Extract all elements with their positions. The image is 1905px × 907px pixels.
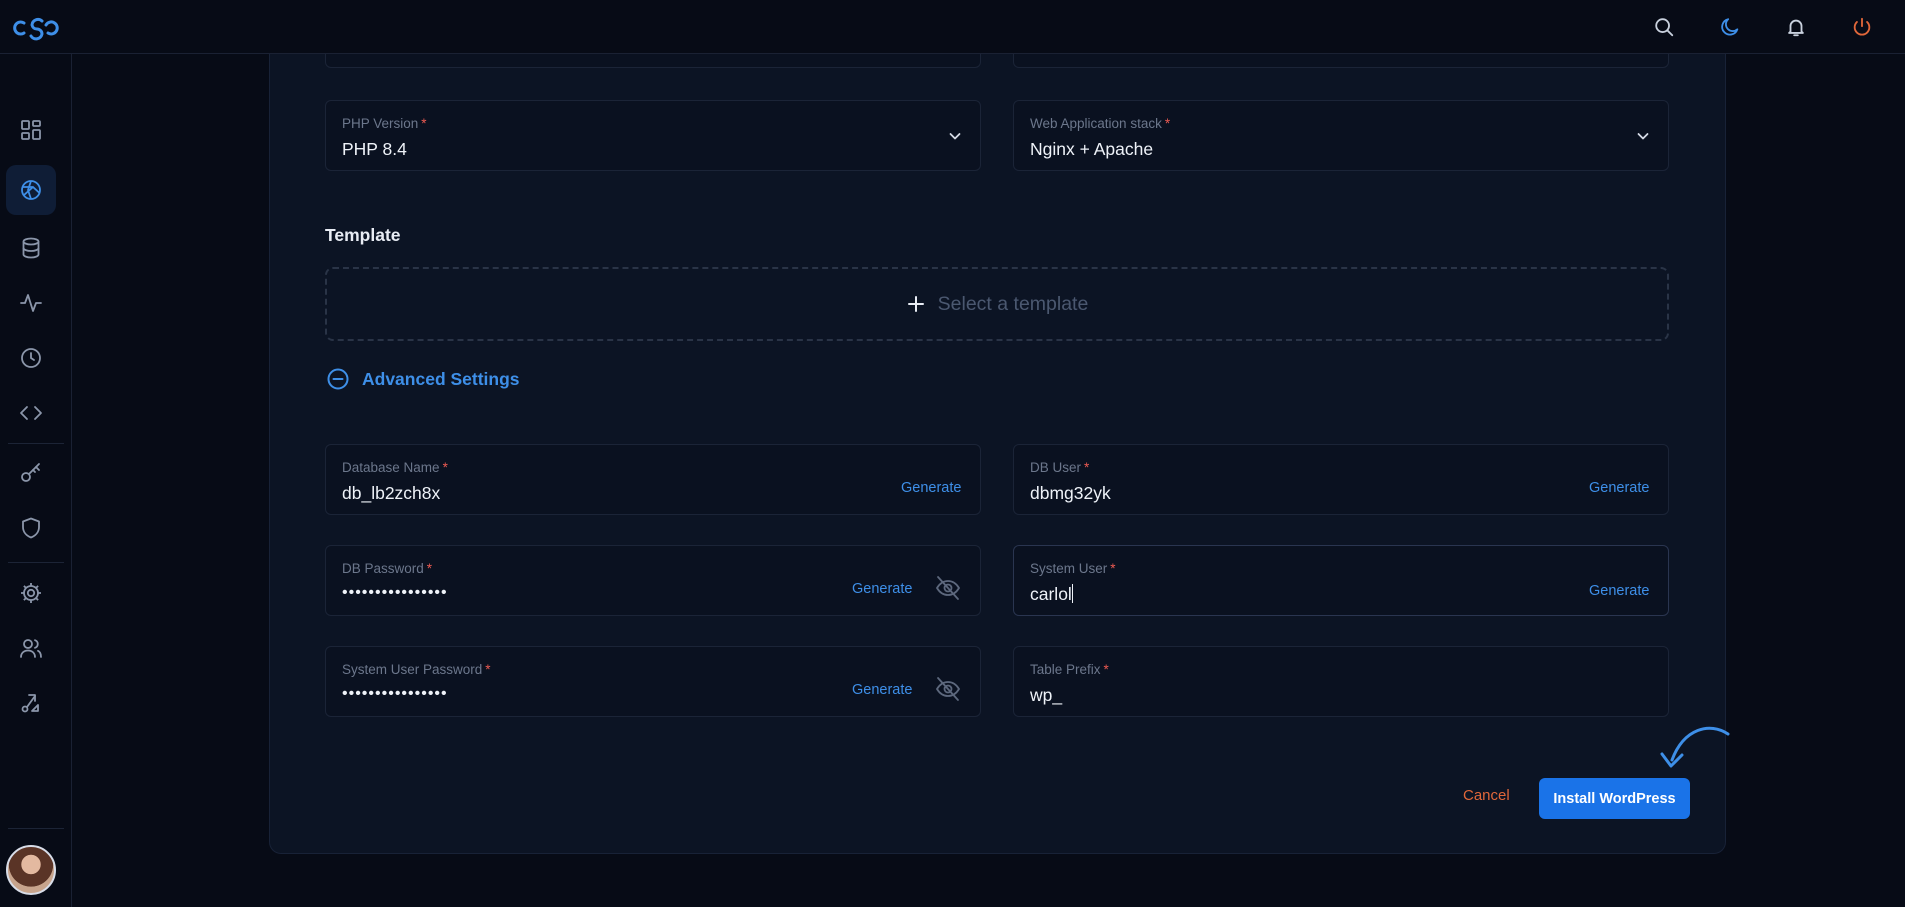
arrow-annotation-icon xyxy=(1660,726,1730,768)
select-template-button[interactable]: Select a template xyxy=(325,267,1669,341)
dashboard-icon[interactable] xyxy=(6,105,56,155)
generate-system-user-button[interactable]: Generate xyxy=(1589,583,1649,599)
template-placeholder: Select a template xyxy=(937,292,1089,315)
php-version-value: PHP 8.4 xyxy=(342,139,407,159)
install-wordpress-button[interactable]: Install WordPress xyxy=(1539,778,1690,819)
sites-icon[interactable] xyxy=(6,165,56,215)
settings-icon[interactable] xyxy=(6,568,56,618)
activity-icon[interactable] xyxy=(6,278,56,328)
key-icon[interactable] xyxy=(6,448,56,498)
db-user-input[interactable]: dbmg32yk xyxy=(1030,483,1111,504)
system-user-password-label: System User Password * xyxy=(342,662,491,677)
database-name-label: Database Name * xyxy=(342,460,448,475)
template-heading: Template xyxy=(325,225,401,245)
table-prefix-input[interactable]: wp_ xyxy=(1030,685,1062,706)
advanced-settings-toggle[interactable]: Advanced Settings xyxy=(326,366,520,392)
bell-icon[interactable] xyxy=(1763,5,1829,49)
db-user-label: DB User * xyxy=(1030,460,1090,475)
generate-system-user-password-button[interactable]: Generate xyxy=(852,682,912,698)
moon-icon[interactable] xyxy=(1697,5,1763,49)
chevron-down-icon[interactable] xyxy=(947,128,963,144)
sidebar xyxy=(0,54,72,907)
users-icon[interactable] xyxy=(6,623,56,673)
minus-circle-icon xyxy=(327,368,349,390)
clock-icon[interactable] xyxy=(6,333,56,383)
cloudpanel-logo[interactable] xyxy=(10,12,62,42)
web-stack-value: Nginx + Apache xyxy=(1030,139,1154,159)
generate-db-name-button[interactable]: Generate xyxy=(901,480,961,496)
system-user-password-input[interactable]: •••••••••••••••• xyxy=(342,685,448,703)
search-icon[interactable] xyxy=(1631,5,1697,49)
power-icon[interactable] xyxy=(1829,5,1895,49)
database-name-field[interactable]: Database Name * db_lb2zch8x Generate xyxy=(325,444,981,515)
system-user-password-field[interactable]: System User Password * •••••••••••••••• G… xyxy=(325,646,981,717)
eye-off-icon[interactable] xyxy=(934,676,962,702)
web-stack-label: Web Application stack * xyxy=(1030,116,1171,131)
php-version-label: PHP Version * xyxy=(342,116,427,131)
generate-db-password-button[interactable]: Generate xyxy=(852,581,912,597)
sidebar-divider xyxy=(8,443,64,444)
chevron-down-icon[interactable] xyxy=(1635,128,1651,144)
php-version-select[interactable]: PHP Version * PHP 8.4 xyxy=(325,100,981,171)
system-user-input[interactable]: carlol xyxy=(1030,584,1073,605)
db-user-field[interactable]: DB User * dbmg32yk Generate xyxy=(1013,444,1669,515)
table-prefix-field[interactable]: Table Prefix * wp_ xyxy=(1013,646,1669,717)
route-icon[interactable] xyxy=(6,678,56,728)
text-caret xyxy=(1071,584,1073,603)
table-prefix-label: Table Prefix * xyxy=(1030,662,1109,677)
web-stack-select[interactable]: Web Application stack * Nginx + Apache xyxy=(1013,100,1669,171)
cancel-button[interactable]: Cancel xyxy=(1463,787,1510,804)
advanced-settings-label: Advanced Settings xyxy=(362,368,520,389)
database-icon[interactable] xyxy=(6,223,56,273)
top-bar xyxy=(0,0,1905,54)
db-password-label: DB Password * xyxy=(342,561,433,576)
code-icon[interactable] xyxy=(6,388,56,438)
shield-icon[interactable] xyxy=(6,503,56,553)
avatar[interactable] xyxy=(6,845,56,895)
sidebar-divider xyxy=(8,828,64,829)
plus-icon xyxy=(907,296,924,312)
db-password-field[interactable]: DB Password * •••••••••••••••• Generate xyxy=(325,545,981,616)
system-user-field[interactable]: System User * carlol Generate xyxy=(1013,545,1669,616)
eye-off-icon[interactable] xyxy=(934,575,962,601)
system-user-label: System User * xyxy=(1030,561,1116,576)
database-name-input[interactable]: db_lb2zch8x xyxy=(342,483,440,504)
db-password-input[interactable]: •••••••••••••••• xyxy=(342,584,448,602)
generate-db-user-button[interactable]: Generate xyxy=(1589,480,1649,496)
sidebar-divider xyxy=(8,562,64,563)
